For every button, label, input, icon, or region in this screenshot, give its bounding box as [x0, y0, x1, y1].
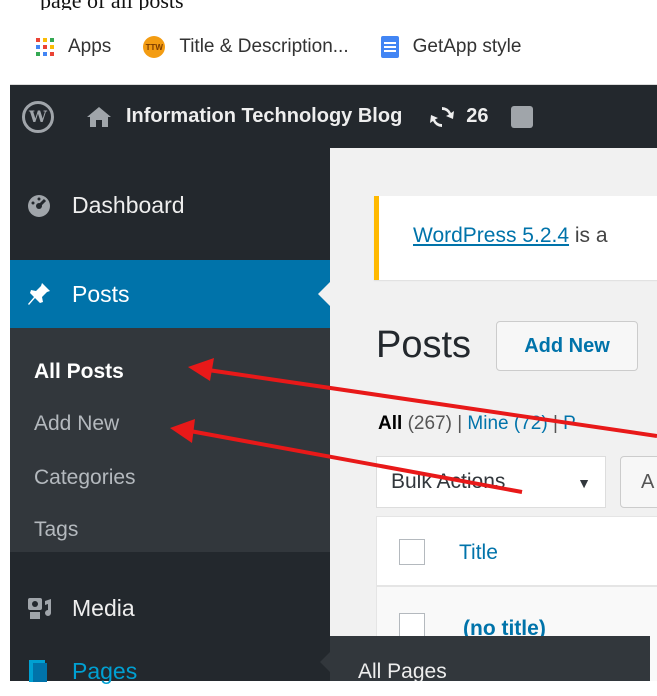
bookmark-label: GetApp style [412, 36, 522, 57]
bookmark-label: Title & Description... [179, 36, 349, 57]
bookmark-getapp[interactable]: GetApp style [380, 36, 522, 58]
notice-suffix: is a [569, 224, 608, 247]
bookmarks-bar: Apps TTW Title & Description... GetApp s… [10, 10, 657, 85]
filter-separator: | [451, 413, 468, 434]
sidebar-item-media[interactable]: Media [10, 578, 330, 638]
apps-grid-icon [36, 38, 54, 56]
comment-icon[interactable] [510, 105, 533, 128]
filter-mine[interactable]: Mine (72) [467, 413, 547, 434]
bookmark-label: Apps [68, 36, 112, 57]
flyout-pointer [320, 652, 330, 672]
current-menu-pointer [318, 282, 330, 306]
notice-text: WordPress 5.2.4 is a [413, 224, 608, 248]
post-status-filters: All (267) | Mine (72) | P [378, 413, 576, 435]
filter-all-count: (267) [407, 413, 452, 434]
wordpress-version-link[interactable]: WordPress 5.2.4 [413, 224, 569, 247]
column-title-sort-link[interactable]: Title [459, 541, 498, 565]
sidebar-item-label: Dashboard [72, 191, 185, 218]
sidebar-item-pages[interactable]: Pages [10, 646, 330, 696]
posts-table-header: Title [376, 516, 657, 586]
flyout-all-pages[interactable]: All Pages [358, 660, 447, 681]
sidebar-item-posts[interactable]: Posts [10, 260, 330, 328]
bookmark-title-description[interactable]: TTW Title & Description... [143, 36, 349, 58]
main-content: WordPress 5.2.4 is a Posts Add New All (… [330, 148, 657, 681]
bulk-actions-value: Bulk Actions [391, 470, 506, 493]
filter-separator: | [547, 413, 564, 434]
apply-button[interactable]: A [620, 456, 657, 508]
updates-count[interactable]: 26 [466, 105, 488, 128]
submenu-all-posts[interactable]: All Posts [34, 360, 124, 384]
wp-admin-bar: W Information Technology Blog 26 [10, 85, 657, 148]
submenu-add-new[interactable]: Add New [34, 412, 119, 436]
select-all-checkbox[interactable] [399, 539, 425, 565]
media-icon [28, 598, 51, 619]
sidebar-item-label: Pages [72, 657, 138, 684]
filter-all[interactable]: All [378, 413, 402, 434]
add-new-button[interactable]: Add New [496, 321, 638, 371]
updates-icon[interactable] [428, 103, 456, 131]
submenu-tags[interactable]: Tags [34, 518, 78, 542]
sidebar-item-label: Posts [72, 280, 130, 307]
top-caption: page of all posts [0, 0, 657, 10]
posts-submenu: All Posts Add New Categories Tags [10, 328, 330, 552]
sidebar-item-label: Media [72, 594, 135, 621]
pushpin-icon [28, 283, 50, 305]
wordpress-logo-icon[interactable]: W [22, 100, 54, 133]
ttw-icon: TTW [143, 36, 166, 58]
update-notice: WordPress 5.2.4 is a [374, 196, 657, 280]
bookmark-apps[interactable]: Apps [10, 36, 111, 58]
home-icon [87, 106, 111, 127]
dashboard-gauge-icon [28, 195, 50, 217]
site-name-link[interactable]: Information Technology Blog [126, 105, 402, 128]
chevron-down-icon: ▼ [577, 475, 591, 491]
pages-flyout-menu: All Pages [330, 636, 650, 681]
filter-published[interactable]: P [563, 413, 576, 434]
submenu-categories[interactable]: Categories [34, 466, 136, 490]
admin-sidebar: Dashboard Posts All Posts Add New Catego… [10, 148, 330, 684]
page-title: Posts [376, 324, 472, 366]
bulk-actions-select[interactable]: Bulk Actions ▼ [376, 456, 606, 508]
google-docs-icon [380, 36, 399, 58]
sidebar-item-dashboard[interactable]: Dashboard [10, 178, 330, 232]
pages-icon [29, 660, 47, 682]
